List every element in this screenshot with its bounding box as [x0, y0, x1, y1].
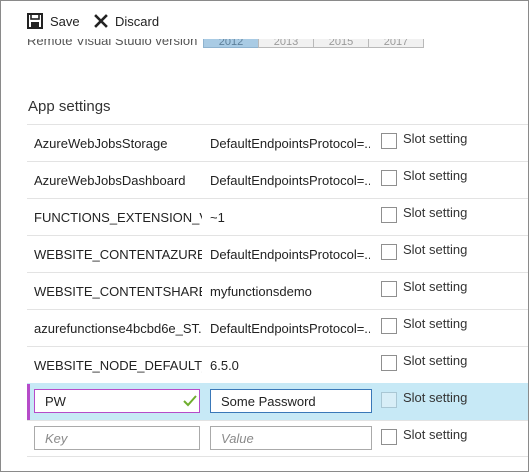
new-key-input[interactable]: [34, 426, 200, 450]
slot-setting-label: Slot setting: [403, 426, 468, 442]
slot-setting-checkbox[interactable]: [381, 207, 397, 223]
setting-name: azurefunctionse4bcbd6e_ST...: [34, 321, 202, 336]
app-settings-table: AzureWebJobsStorage DefaultEndpointsProt…: [27, 124, 528, 457]
setting-row-new[interactable]: Slot setting: [27, 420, 528, 457]
setting-value: DefaultEndpointsProtocol=...: [210, 136, 370, 151]
slot-setting-label: Slot setting: [403, 352, 468, 368]
slot-setting-checkbox[interactable]: [381, 318, 397, 334]
setting-value: ~1: [210, 210, 225, 225]
slot-setting-label: Slot setting: [403, 204, 468, 220]
slot-setting: Slot setting: [381, 167, 468, 186]
setting-value: DefaultEndpointsProtocol=...: [210, 247, 370, 262]
slot-setting-label: Slot setting: [403, 278, 468, 294]
slot-setting-checkbox[interactable]: [381, 133, 397, 149]
slot-setting: Slot setting: [381, 130, 468, 149]
slot-setting: Slot setting: [381, 278, 468, 297]
slot-setting-checkbox[interactable]: [381, 281, 397, 297]
slot-setting-label: Slot setting: [403, 241, 468, 257]
slot-setting: Slot setting: [381, 204, 468, 223]
discard-x-icon: [94, 14, 108, 28]
setting-name: AzureWebJobsDashboard: [34, 173, 186, 188]
setting-key-input[interactable]: [34, 389, 200, 413]
setting-row[interactable]: WEBSITE_CONTENTAZUREFI... DefaultEndpoin…: [27, 235, 528, 272]
setting-value: DefaultEndpointsProtocol=...: [210, 173, 370, 188]
slot-setting-checkbox[interactable]: [381, 170, 397, 186]
setting-row[interactable]: WEBSITE_NODE_DEFAULT_V... 6.5.0 Slot set…: [27, 346, 528, 383]
valid-checkmark-icon: [183, 395, 197, 407]
slot-setting: Slot setting: [381, 426, 468, 445]
slot-setting-checkbox[interactable]: [381, 429, 397, 445]
setting-value: myfunctionsdemo: [210, 284, 312, 299]
setting-row[interactable]: azurefunctionse4bcbd6e_ST... DefaultEndp…: [27, 309, 528, 346]
slot-setting-checkbox[interactable]: [381, 355, 397, 371]
setting-value-input[interactable]: [210, 389, 372, 413]
setting-name: WEBSITE_CONTENTSHARE: [34, 284, 202, 299]
slot-setting: Slot setting: [381, 389, 468, 408]
slot-setting: Slot setting: [381, 241, 468, 260]
discard-button[interactable]: Discard: [94, 11, 159, 31]
setting-value: DefaultEndpointsProtocol=...: [210, 321, 370, 336]
new-value-input[interactable]: [210, 426, 372, 450]
save-icon: [27, 13, 43, 29]
setting-row[interactable]: AzureWebJobsStorage DefaultEndpointsProt…: [27, 124, 528, 161]
command-bar: Save Discard: [1, 1, 528, 39]
setting-name: FUNCTIONS_EXTENSION_VE...: [34, 210, 202, 225]
slot-setting: Slot setting: [381, 352, 468, 371]
setting-name: WEBSITE_NODE_DEFAULT_V...: [34, 358, 202, 373]
setting-row-editing[interactable]: Slot setting: [27, 383, 528, 420]
setting-row[interactable]: WEBSITE_CONTENTSHARE myfunctionsdemo Slo…: [27, 272, 528, 309]
slot-setting-label: Slot setting: [403, 130, 468, 146]
slot-setting-checkbox[interactable]: [381, 244, 397, 260]
save-label: Save: [50, 13, 80, 29]
setting-name: WEBSITE_CONTENTAZUREFI...: [34, 247, 202, 262]
discard-label: Discard: [115, 13, 160, 29]
setting-value: 6.5.0: [210, 358, 239, 373]
app-settings-blade: Remote Visual Studio version 2012 2013 2…: [0, 0, 529, 472]
setting-row[interactable]: AzureWebJobsDashboard DefaultEndpointsPr…: [27, 161, 528, 198]
slot-setting-label: Slot setting: [403, 389, 468, 405]
slot-setting: Slot setting: [381, 315, 468, 334]
slot-setting-label: Slot setting: [403, 167, 468, 183]
slot-setting-label: Slot setting: [403, 315, 468, 331]
save-button[interactable]: Save: [27, 11, 80, 31]
setting-name: AzureWebJobsStorage: [34, 136, 168, 151]
setting-row[interactable]: FUNCTIONS_EXTENSION_VE... ~1 Slot settin…: [27, 198, 528, 235]
slot-setting-checkbox[interactable]: [381, 392, 397, 408]
app-settings-title: App settings: [28, 98, 111, 115]
